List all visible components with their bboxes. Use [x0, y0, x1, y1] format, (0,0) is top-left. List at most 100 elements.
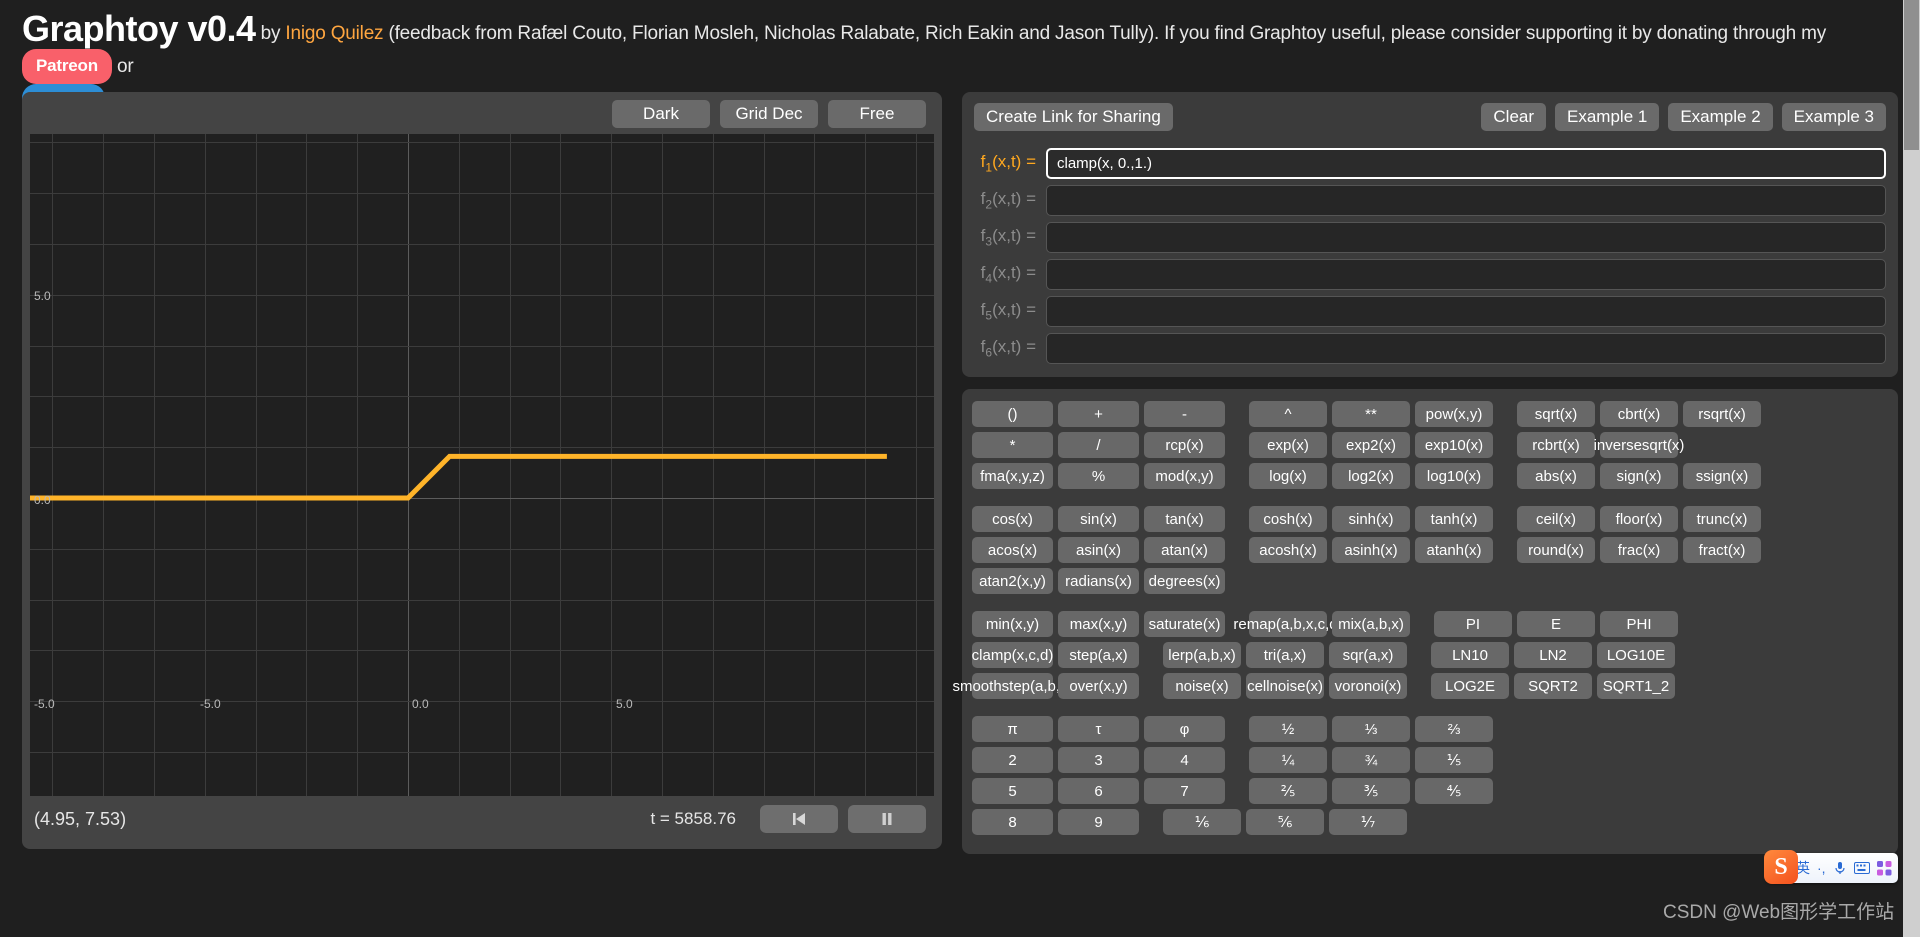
keypad-button[interactable]: LN10 — [1431, 642, 1509, 668]
keypad-button[interactable]: pow(x,y) — [1415, 401, 1493, 427]
keypad-button[interactable]: ⅓ — [1332, 716, 1410, 742]
keypad-button[interactable]: ⅐ — [1329, 809, 1407, 835]
keypad-button[interactable]: cbrt(x) — [1600, 401, 1678, 427]
keypad-button[interactable]: over(x,y) — [1058, 673, 1139, 699]
create-share-link-button[interactable]: Create Link for Sharing — [974, 103, 1173, 131]
keypad-button[interactable]: 2 — [972, 747, 1053, 773]
keypad-button[interactable]: + — [1058, 401, 1139, 427]
example-1-button[interactable]: Example 1 — [1555, 103, 1659, 131]
keypad-button[interactable]: acosh(x) — [1249, 537, 1327, 563]
keypad-button[interactable]: trunc(x) — [1683, 506, 1761, 532]
keypad-button[interactable]: ⅖ — [1249, 778, 1327, 804]
aspect-mode-button[interactable]: Free — [828, 100, 926, 128]
keypad-button[interactable]: ⅙ — [1163, 809, 1241, 835]
keypad-button[interactable]: round(x) — [1517, 537, 1595, 563]
keypad-button[interactable]: SQRT1_2 — [1597, 673, 1675, 699]
theme-toggle-button[interactable]: Dark — [612, 100, 710, 128]
keypad-button[interactable]: min(x,y) — [972, 611, 1053, 637]
keypad-button[interactable]: fma(x,y,z) — [972, 463, 1053, 489]
keypad-button[interactable]: ⅘ — [1415, 778, 1493, 804]
grid-mode-button[interactable]: Grid Dec — [720, 100, 818, 128]
keypad-button[interactable]: 8 — [972, 809, 1053, 835]
keypad-button[interactable]: LOG2E — [1431, 673, 1509, 699]
keypad-button[interactable]: cellnoise(x) — [1246, 673, 1324, 699]
keypad-button[interactable]: π — [972, 716, 1053, 742]
keypad-button[interactable]: lerp(a,b,x) — [1163, 642, 1241, 668]
keypad-button[interactable]: 3 — [1058, 747, 1139, 773]
keypad-button[interactable]: step(a,x) — [1058, 642, 1139, 668]
keypad-button[interactable]: abs(x) — [1517, 463, 1595, 489]
keypad-button[interactable]: voronoi(x) — [1329, 673, 1407, 699]
keypad-button[interactable]: ^ — [1249, 401, 1327, 427]
clear-button[interactable]: Clear — [1481, 103, 1546, 131]
keypad-button[interactable]: remap(a,b,x,c,d) — [1249, 611, 1327, 637]
rewind-button[interactable] — [760, 805, 838, 833]
formula-input-2[interactable] — [1046, 185, 1886, 216]
keypad-button[interactable]: % — [1058, 463, 1139, 489]
ime-punctuation-icon[interactable]: ·, — [1817, 860, 1826, 876]
keypad-button[interactable]: sqrt(x) — [1517, 401, 1595, 427]
keypad-button[interactable]: exp10(x) — [1415, 432, 1493, 458]
keypad-button[interactable]: degrees(x) — [1144, 568, 1225, 594]
keypad-button[interactable]: sign(x) — [1600, 463, 1678, 489]
keypad-button[interactable]: PI — [1434, 611, 1512, 637]
keypad-button[interactable]: radians(x) — [1058, 568, 1139, 594]
keypad-button[interactable]: ½ — [1249, 716, 1327, 742]
keypad-button[interactable]: cos(x) — [972, 506, 1053, 532]
keypad-button[interactable]: floor(x) — [1600, 506, 1678, 532]
keypad-button[interactable]: - — [1144, 401, 1225, 427]
keypad-button[interactable]: rcp(x) — [1144, 432, 1225, 458]
keypad-button[interactable]: () — [972, 401, 1053, 427]
patreon-button[interactable]: Patreon — [22, 49, 112, 84]
keypad-button[interactable]: tanh(x) — [1415, 506, 1493, 532]
keypad-button[interactable]: log2(x) — [1332, 463, 1410, 489]
keypad-button[interactable]: exp(x) — [1249, 432, 1327, 458]
keypad-button[interactable]: SQRT2 — [1514, 673, 1592, 699]
formula-input-1[interactable] — [1046, 148, 1886, 179]
keypad-button[interactable]: atan(x) — [1144, 537, 1225, 563]
keypad-button[interactable]: ssign(x) — [1683, 463, 1761, 489]
keypad-button[interactable]: log10(x) — [1415, 463, 1493, 489]
keypad-button[interactable]: clamp(x,c,d) — [972, 642, 1053, 668]
scrollbar-thumb[interactable] — [1904, 0, 1919, 150]
keypad-button[interactable]: cosh(x) — [1249, 506, 1327, 532]
keypad-button[interactable]: sin(x) — [1058, 506, 1139, 532]
keypad-button[interactable]: * — [972, 432, 1053, 458]
keypad-button[interactable]: mix(a,b,x) — [1332, 611, 1410, 637]
ime-toolbar[interactable]: S 英 ·, — [1766, 853, 1898, 883]
keypad-button[interactable]: ⅚ — [1246, 809, 1324, 835]
keypad-button[interactable]: log(x) — [1249, 463, 1327, 489]
keypad-button[interactable]: sinh(x) — [1332, 506, 1410, 532]
apps-icon[interactable] — [1877, 861, 1892, 876]
keypad-button[interactable]: ⅕ — [1415, 747, 1493, 773]
formula-input-4[interactable] — [1046, 259, 1886, 290]
keypad-button[interactable]: / — [1058, 432, 1139, 458]
example-2-button[interactable]: Example 2 — [1668, 103, 1772, 131]
keypad-button[interactable]: acos(x) — [972, 537, 1053, 563]
keypad-button[interactable]: smoothstep(a,b,x) — [972, 673, 1053, 699]
keypad-button[interactable]: inversesqrt(x) — [1600, 432, 1678, 458]
pause-button[interactable] — [848, 805, 926, 833]
keypad-button[interactable]: LOG10E — [1597, 642, 1675, 668]
keypad-button[interactable]: ⅔ — [1415, 716, 1493, 742]
keypad-button[interactable]: ceil(x) — [1517, 506, 1595, 532]
keypad-button[interactable]: sqr(a,x) — [1329, 642, 1407, 668]
keypad-button[interactable]: frac(x) — [1600, 537, 1678, 563]
example-3-button[interactable]: Example 3 — [1782, 103, 1886, 131]
keypad-button[interactable]: asinh(x) — [1332, 537, 1410, 563]
keypad-button[interactable]: rcbrt(x) — [1517, 432, 1595, 458]
ime-language-label[interactable]: 英 — [1796, 858, 1810, 878]
graph-canvas[interactable]: 5.0 0.0 -5.0 -5.0 0.0 5.0 — [30, 134, 934, 796]
keypad-button[interactable]: tan(x) — [1144, 506, 1225, 532]
keypad-button[interactable]: rsqrt(x) — [1683, 401, 1761, 427]
formula-input-5[interactable] — [1046, 296, 1886, 327]
keypad-button[interactable]: ** — [1332, 401, 1410, 427]
keypad-button[interactable]: 7 — [1144, 778, 1225, 804]
keypad-button[interactable]: ⅗ — [1332, 778, 1410, 804]
formula-input-3[interactable] — [1046, 222, 1886, 253]
keypad-button[interactable]: max(x,y) — [1058, 611, 1139, 637]
keypad-button[interactable]: ¼ — [1249, 747, 1327, 773]
keypad-button[interactable]: τ — [1058, 716, 1139, 742]
mic-icon[interactable] — [1833, 860, 1847, 876]
keyboard-icon[interactable] — [1854, 862, 1870, 874]
